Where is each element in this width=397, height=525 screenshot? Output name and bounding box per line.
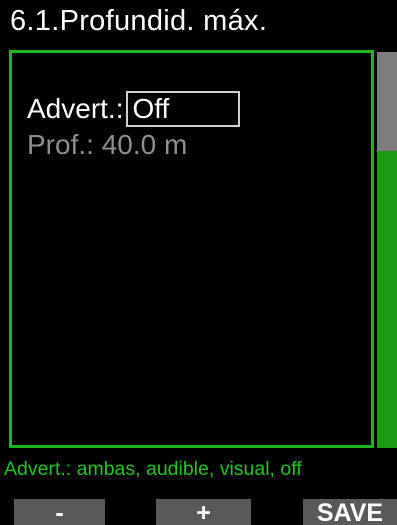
settings-panel: Advert.: Off Prof.: 40.0 m <box>9 50 374 448</box>
title-bar: 6.1.Profundid. máx. <box>0 0 397 49</box>
page-title: 6.1.Profundid. máx. <box>10 5 268 37</box>
hint-text: Advert.: ambas, audible, visual, off <box>4 458 302 480</box>
warning-label: Advert.: <box>27 93 124 124</box>
scrollbar-thumb[interactable] <box>377 52 397 151</box>
depth-label: Prof.: <box>27 129 94 160</box>
save-button[interactable]: SAVE <box>303 499 397 525</box>
warning-row: Advert.: Off <box>27 89 241 129</box>
plus-button[interactable]: + <box>156 499 251 525</box>
scrollbar[interactable] <box>377 52 397 448</box>
warning-value-field[interactable]: Off <box>126 91 241 127</box>
minus-button[interactable]: - <box>14 499 105 525</box>
depth-value: 40.0 m <box>101 129 188 160</box>
depth-row[interactable]: Prof.: 40.0 m <box>27 129 187 161</box>
